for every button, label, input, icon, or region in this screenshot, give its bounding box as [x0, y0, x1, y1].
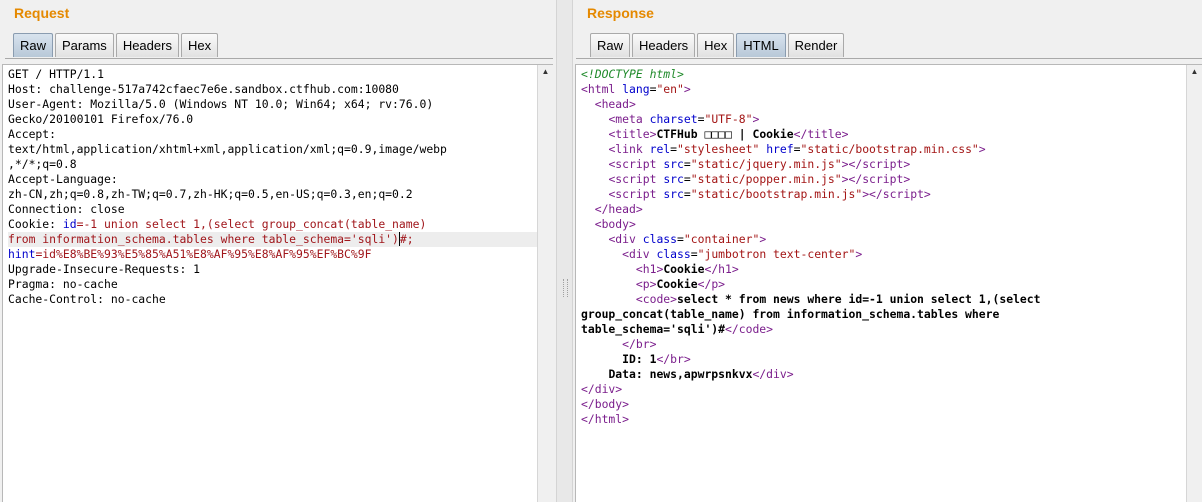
tab-html[interactable]: HTML: [736, 33, 786, 57]
tab-hex[interactable]: Hex: [180, 33, 219, 57]
tab-headers[interactable]: Headers: [115, 33, 179, 57]
response-panel: Response Raw Headers Hex HTML Render <!D…: [573, 0, 1202, 502]
request-editor[interactable]: GET / HTTP/1.1 Host: challenge-517a742cfa…: [2, 64, 553, 502]
tab-render[interactable]: Render: [787, 33, 845, 57]
request-text[interactable]: GET / HTTP/1.1 Host: challenge-517a742cfa…: [3, 65, 537, 502]
scroll-up-icon[interactable]: ▲: [538, 65, 553, 79]
request-panel: Request Raw Params Headers Hex GET / HTT…: [0, 0, 556, 502]
tab-headers[interactable]: Headers: [632, 33, 696, 57]
tab-params[interactable]: Params: [55, 33, 114, 57]
request-title: Request: [14, 5, 70, 21]
scroll-up-icon[interactable]: ▲: [1187, 65, 1202, 79]
splitter-grip-icon[interactable]: [563, 279, 568, 297]
panel-splitter[interactable]: [556, 0, 573, 502]
request-tabs: Raw Params Headers Hex: [13, 33, 220, 58]
response-editor[interactable]: <!DOCTYPE html> <html lang="en"> <head> <…: [575, 64, 1202, 502]
request-scrollbar[interactable]: ▲: [537, 65, 553, 502]
response-title: Response: [587, 5, 654, 21]
response-scrollbar[interactable]: ▲: [1186, 65, 1202, 502]
response-tabs: Raw Headers Hex HTML Render: [590, 33, 846, 58]
response-text[interactable]: <!DOCTYPE html> <html lang="en"> <head> <…: [576, 65, 1186, 502]
tab-raw[interactable]: Raw: [13, 33, 54, 57]
tab-hex[interactable]: Hex: [697, 33, 735, 57]
tab-raw[interactable]: Raw: [590, 33, 631, 57]
current-line: from information_schema.tables where tab…: [8, 232, 537, 247]
